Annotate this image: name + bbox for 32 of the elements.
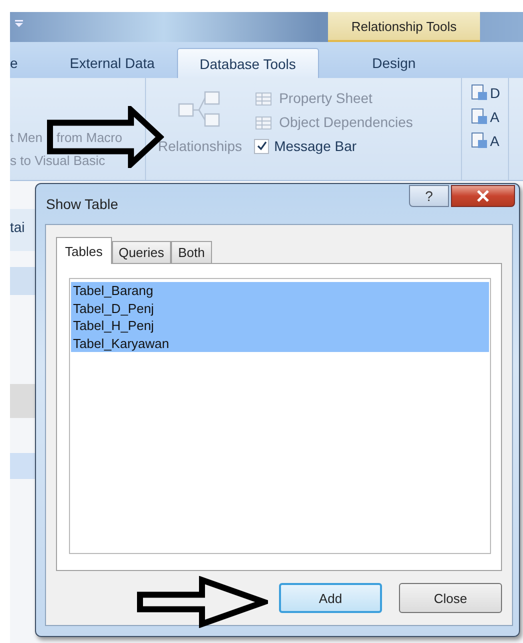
- dialog-tab[interactable]: Both: [171, 241, 212, 263]
- dialog-tab[interactable]: Tables: [56, 237, 112, 264]
- grid-icon: [254, 114, 274, 130]
- dialog-button[interactable]: Add: [279, 583, 382, 613]
- ribbon-tab[interactable]: Design: [318, 48, 469, 78]
- ribbon-tab[interactable]: Database Tools: [176, 48, 319, 78]
- ribbon-command[interactable]: D: [490, 85, 500, 101]
- list-item[interactable]: Tabel_H_Penj: [71, 317, 489, 334]
- nav-pane-text: tai: [10, 219, 25, 235]
- checkbox[interactable]: [254, 138, 270, 154]
- ribbon-tab[interactable]: e: [10, 48, 48, 78]
- close-icon: [476, 190, 490, 202]
- table-list[interactable]: Tabel_Barang Tabel_D_Penj Tabel_H_Penj Tabel_Karyawan: [69, 278, 491, 554]
- ribbon-command[interactable]: A: [490, 133, 500, 149]
- ribbon-command[interactable]: A: [490, 109, 500, 125]
- checkbox-label: Message Bar: [274, 138, 357, 154]
- list-item[interactable]: Tabel_Karyawan: [71, 334, 489, 352]
- dialog-title: Show Table: [46, 196, 118, 212]
- document-icon[interactable]: [470, 84, 488, 102]
- contextual-tab-label: Relationship Tools: [328, 12, 480, 42]
- document-icon[interactable]: [470, 108, 488, 126]
- dialog-button[interactable]: Close: [399, 583, 502, 613]
- dropdown-icon[interactable]: [14, 20, 24, 28]
- dialog-tab[interactable]: Queries: [112, 241, 172, 263]
- close-button[interactable]: [451, 185, 515, 207]
- list-item[interactable]: Tabel_Barang: [71, 282, 489, 300]
- message-bar-checkbox[interactable]: Message Bar: [254, 138, 413, 154]
- sheet-icon: [254, 90, 274, 106]
- help-button[interactable]: ?: [409, 185, 449, 207]
- document-icon[interactable]: [470, 132, 488, 150]
- list-item[interactable]: Tabel_D_Penj: [71, 300, 489, 317]
- ribbon-tab[interactable]: External Data: [48, 48, 177, 78]
